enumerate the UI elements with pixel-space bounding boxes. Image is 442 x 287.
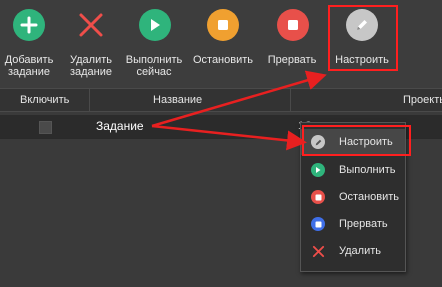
- menu-item-delete[interactable]: Удалить: [301, 238, 405, 264]
- toolbar: Добавить задание Удалить задание Выполнить…: [0, 0, 442, 88]
- column-header-projects[interactable]: Проекты: [403, 94, 442, 106]
- menu-item-settings-highlight: [302, 125, 411, 156]
- abort-label: Прервать: [267, 54, 317, 66]
- task-name-cell: Задание: [96, 119, 144, 133]
- run-now-button[interactable]: Выполнить сейчас: [122, 0, 186, 88]
- add-task-label: Добавить задание: [4, 54, 54, 78]
- menu-item-stop[interactable]: Остановить: [301, 184, 405, 210]
- delete-task-button[interactable]: Удалить задание: [63, 0, 119, 88]
- menu-item-label: Остановить: [339, 191, 400, 203]
- menu-item-label: Выполнить: [339, 164, 396, 176]
- menu-item-abort[interactable]: Прервать: [301, 211, 405, 237]
- abort-icon: [277, 9, 309, 41]
- play-icon: [139, 9, 171, 41]
- menu-item-label: Удалить: [339, 245, 381, 257]
- delete-task-label: Удалить задание: [69, 54, 113, 78]
- abort-button[interactable]: Прервать: [265, 0, 319, 88]
- run-now-label: Выполнить сейчас: [125, 54, 183, 78]
- close-icon: [311, 244, 325, 258]
- settings-button-highlight: [328, 5, 398, 71]
- plus-icon: [13, 9, 45, 41]
- column-header-name[interactable]: Название: [153, 94, 202, 106]
- stop-icon: [207, 9, 239, 41]
- stop-icon: [311, 190, 325, 204]
- enable-checkbox[interactable]: [39, 121, 52, 134]
- menu-item-label: Прервать: [339, 218, 388, 230]
- column-divider: [290, 89, 291, 113]
- column-header-enable[interactable]: Включить: [20, 94, 69, 106]
- stop-button[interactable]: Остановить: [192, 0, 254, 88]
- stop-label: Остановить: [192, 54, 254, 66]
- add-task-button[interactable]: Добавить задание: [0, 0, 58, 88]
- abort-icon: [311, 217, 325, 231]
- menu-item-run[interactable]: Выполнить: [301, 157, 405, 183]
- close-icon: [75, 9, 107, 41]
- column-divider: [89, 89, 90, 113]
- table-header: Включить Название Проекты: [0, 88, 442, 113]
- play-icon: [311, 163, 325, 177]
